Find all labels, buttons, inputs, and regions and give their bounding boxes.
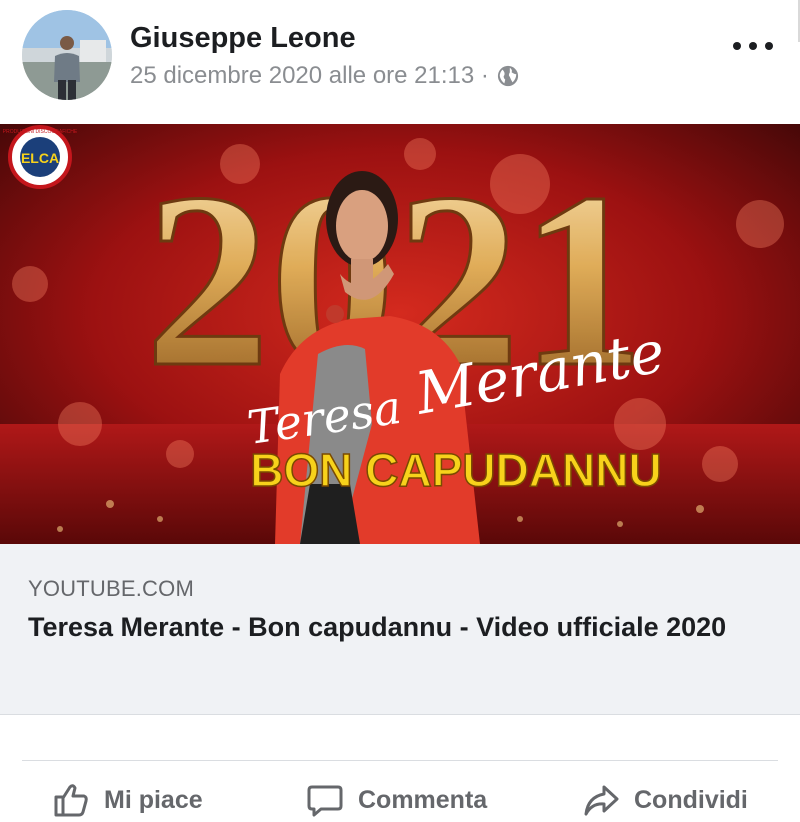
link-domain: YOUTUBE.COM	[28, 576, 194, 601]
like-label: Mi piace	[104, 785, 203, 814]
share-label: Condividi	[634, 785, 748, 814]
author-name[interactable]: Giuseppe Leone	[130, 22, 356, 55]
more-options-icon[interactable]	[733, 36, 773, 56]
subtitle-text: BON CAPUDANNU	[250, 444, 661, 496]
comment-label: Commenta	[358, 785, 488, 814]
link-title[interactable]: Teresa Merante - Bon capudannu - Video u…	[28, 608, 748, 646]
post-timestamp[interactable]: 25 dicembre 2020 alle ore 21:13 ·	[130, 62, 489, 90]
post-header: Giuseppe Leone 25 dicembre 2020 alle ore…	[0, 0, 800, 124]
share-arrow-icon	[584, 785, 619, 816]
like-button[interactable]: Mi piace	[52, 780, 203, 820]
actions-divider	[22, 760, 778, 761]
avatar-photo	[22, 10, 112, 100]
share-button[interactable]: Condividi	[582, 780, 748, 820]
video-thumbnail[interactable]: 2021 Teresa Merante BON CAPUDANNU ELCA P…	[0, 124, 800, 544]
action-bar: Mi piace Commenta Condividi	[0, 772, 800, 822]
thumbnail-artwork: 2021 Teresa Merante BON CAPUDANNU ELCA P…	[0, 124, 800, 544]
globe-icon	[497, 65, 518, 87]
thumbs-up-icon	[54, 784, 88, 817]
post-meta: 25 dicembre 2020 alle ore 21:13 ·	[130, 62, 519, 90]
badge-logo: ELCA	[21, 150, 59, 166]
comment-button[interactable]: Commenta	[306, 780, 487, 820]
avatar[interactable]	[22, 10, 112, 100]
badge-text: PRODUZIONI DISCOGRAFICHE	[3, 129, 78, 135]
comment-bubble-icon	[307, 785, 343, 817]
